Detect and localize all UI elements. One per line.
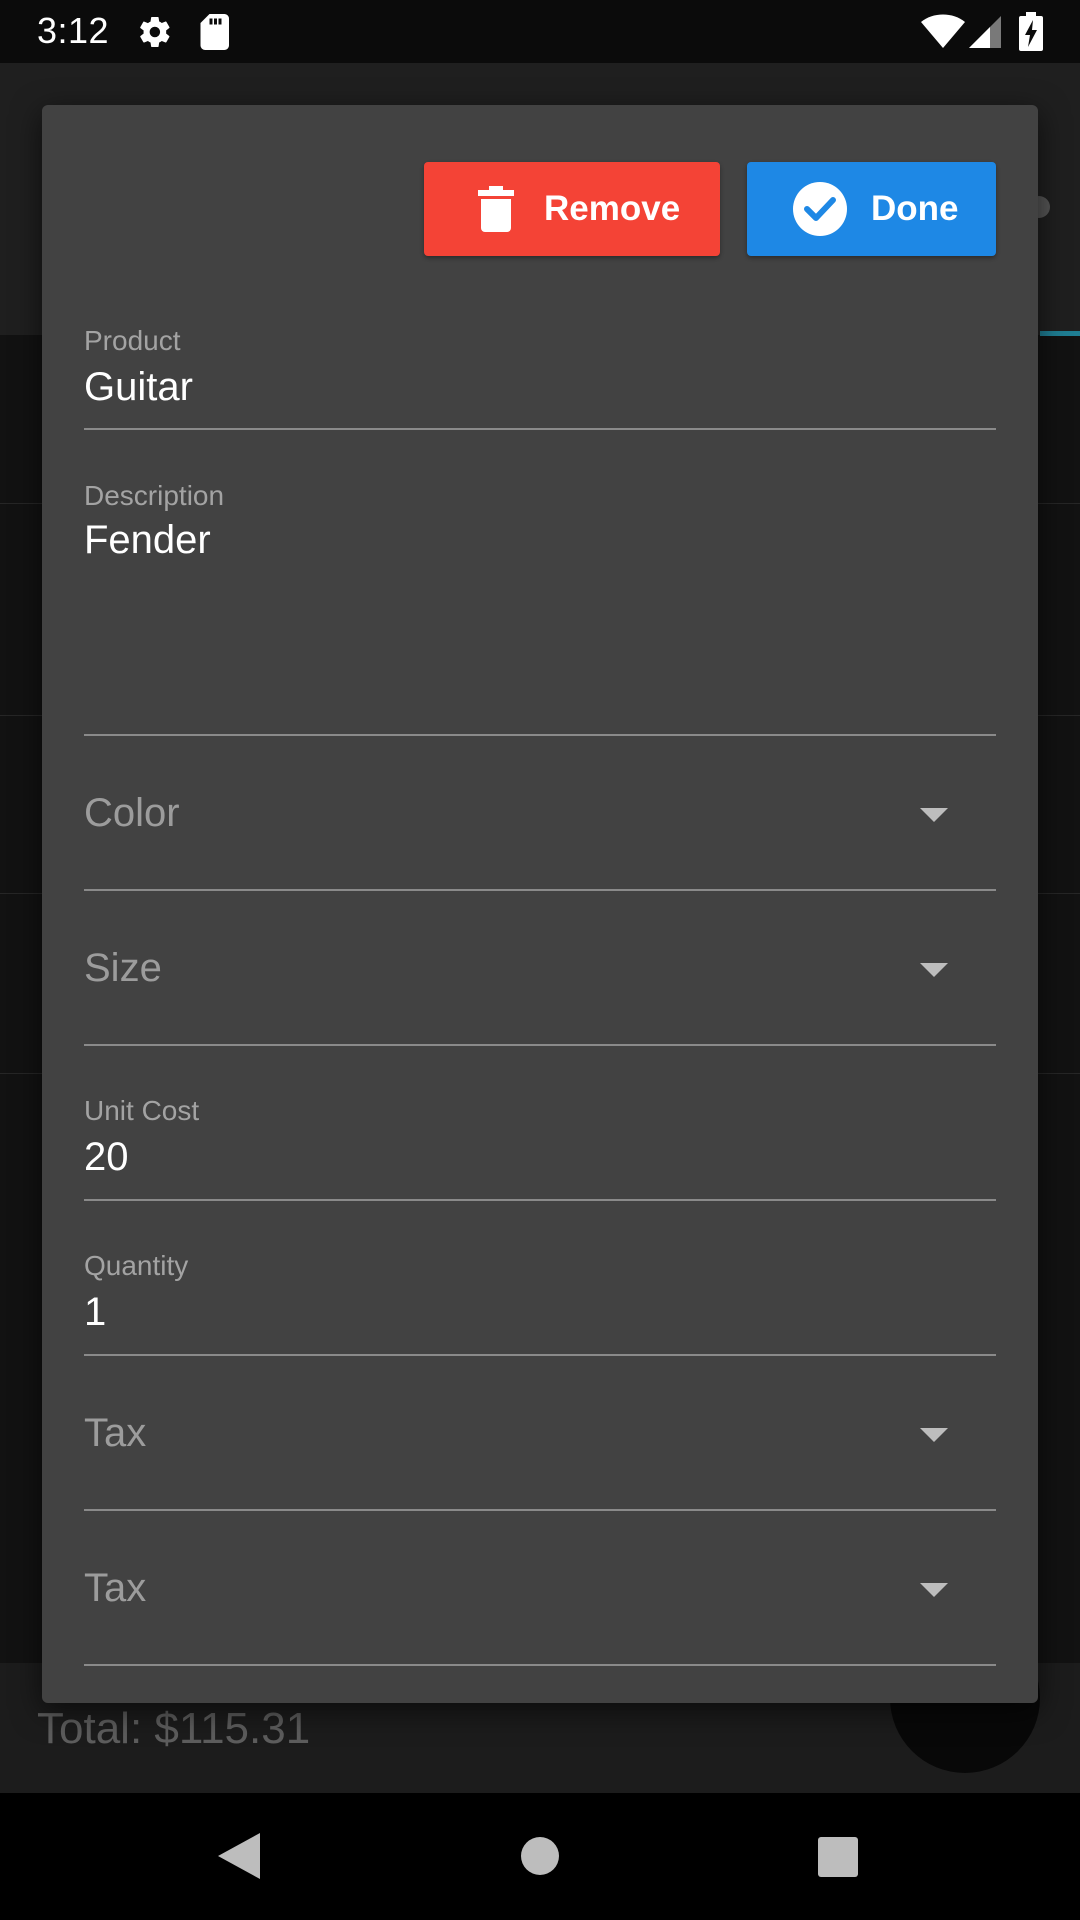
chevron-down-icon (920, 963, 948, 977)
tax-placeholder: Tax (84, 1566, 147, 1610)
size-underline (84, 1044, 996, 1046)
description-label: Description (84, 480, 225, 511)
background-tab-indicator (1040, 331, 1080, 336)
tax-select-2[interactable]: Tax (84, 1540, 996, 1666)
chevron-down-icon (920, 1428, 948, 1442)
tax-underline (84, 1664, 996, 1666)
status-bar: 3:12 (0, 0, 1080, 63)
color-select[interactable]: Color (84, 765, 996, 891)
done-button[interactable]: Done (747, 162, 996, 256)
chevron-down-icon (920, 808, 948, 822)
done-button-label: Done (871, 189, 959, 228)
total-text: Total: $115.31 (37, 1704, 311, 1753)
trash-icon (478, 186, 514, 232)
wifi-icon (921, 14, 965, 48)
home-icon[interactable] (521, 1837, 559, 1875)
tax-select-1[interactable]: Tax (84, 1385, 996, 1511)
battery-charging-icon (1019, 12, 1043, 51)
quantity-label: Quantity (84, 1250, 189, 1281)
unit-cost-label: Unit Cost (84, 1095, 200, 1126)
quantity-value[interactable]: 1 (84, 1290, 106, 1335)
quantity-underline (84, 1354, 996, 1356)
status-time: 3:12 (37, 10, 110, 51)
cell-signal-icon (969, 16, 1001, 48)
back-icon[interactable] (218, 1833, 260, 1879)
size-placeholder: Size (84, 946, 162, 990)
size-select[interactable]: Size (84, 920, 996, 1046)
product-underline (84, 428, 996, 430)
description-value[interactable]: Fender (84, 518, 211, 563)
unit-cost-value[interactable]: 20 (84, 1135, 129, 1180)
product-value[interactable]: Guitar (84, 365, 193, 410)
product-field[interactable]: Product Guitar (84, 305, 996, 430)
sd-card-icon (200, 14, 229, 50)
tax-placeholder: Tax (84, 1411, 147, 1455)
gear-icon (140, 16, 170, 48)
remove-button[interactable]: Remove (424, 162, 720, 256)
unit-cost-underline (84, 1199, 996, 1201)
description-field[interactable]: Description Fender (84, 460, 996, 736)
tax-underline (84, 1509, 996, 1511)
color-placeholder: Color (84, 791, 180, 835)
line-item-dialog: Remove Done Product Guitar Description F… (42, 105, 1038, 1703)
check-circle-icon (793, 182, 847, 236)
color-underline (84, 889, 996, 891)
product-label: Product (84, 325, 181, 356)
description-underline (84, 734, 996, 736)
unit-cost-field[interactable]: Unit Cost 20 (84, 1075, 996, 1201)
quantity-field[interactable]: Quantity 1 (84, 1230, 996, 1356)
recents-icon[interactable] (818, 1837, 858, 1877)
navigation-bar (0, 1793, 1080, 1920)
chevron-down-icon (920, 1583, 948, 1597)
remove-button-label: Remove (544, 189, 681, 228)
